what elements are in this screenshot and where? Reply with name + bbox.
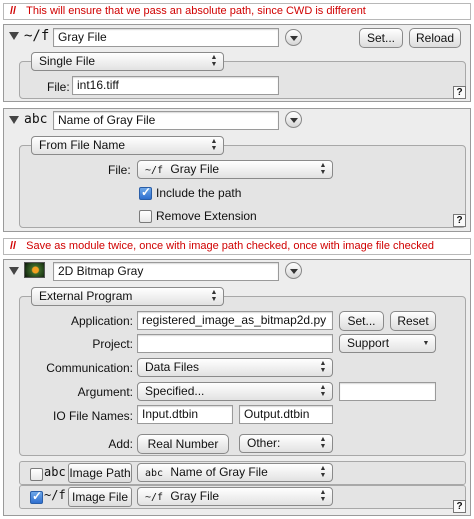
mode-select[interactable]: External Program ▲ ▼ bbox=[31, 287, 224, 306]
string-type-icon: abc bbox=[145, 468, 164, 479]
popup-arrows-icon: ▲ ▼ bbox=[319, 489, 327, 503]
image-path-button[interactable]: Image Path bbox=[68, 463, 132, 483]
add-other-value: Other: bbox=[247, 436, 281, 450]
include-path-checkbox[interactable] bbox=[139, 185, 152, 200]
help-icon[interactable]: ? bbox=[453, 500, 466, 513]
communication-label: Communication: bbox=[46, 361, 133, 375]
add-label: Add: bbox=[108, 437, 133, 451]
module-menu-button[interactable] bbox=[285, 29, 302, 46]
module-name-field[interactable]: 2D Bitmap Gray bbox=[53, 262, 279, 281]
module-name-field[interactable]: Name of Gray File bbox=[53, 111, 279, 130]
mode-select[interactable]: Single File ▲ ▼ bbox=[31, 52, 224, 71]
reset-button[interactable]: Reset bbox=[390, 311, 436, 331]
popup-arrows-icon: ▲ ▼ bbox=[319, 360, 327, 374]
string-type-icon: abc bbox=[44, 465, 66, 479]
module-name-field[interactable]: Gray File bbox=[53, 28, 279, 47]
popup-arrows-icon: ▲ ▼ bbox=[319, 465, 327, 479]
argument-select[interactable]: Specified... ▲ ▼ bbox=[137, 382, 333, 401]
communication-select[interactable]: Data Files ▲ ▼ bbox=[137, 358, 333, 377]
file-source-value: Gray File bbox=[170, 162, 220, 176]
disclosure-triangle-icon[interactable] bbox=[9, 32, 19, 40]
application-field[interactable]: registered_image_as_bitmap2d.py bbox=[137, 311, 333, 330]
set-button[interactable]: Set... bbox=[339, 311, 384, 331]
bitmap-preview-icon bbox=[24, 262, 45, 278]
add-other-select[interactable]: Other: ▲ ▼ bbox=[239, 434, 333, 453]
image-file-source-select[interactable]: ~/f Gray File ▲ ▼ bbox=[137, 487, 333, 506]
file-type-icon: ~/f bbox=[145, 165, 164, 176]
mode-select-value: From File Name bbox=[39, 138, 126, 152]
string-type-icon: abc bbox=[24, 112, 48, 127]
application-label: Application: bbox=[70, 314, 133, 328]
popup-arrows-icon: ▲ ▼ bbox=[319, 436, 327, 450]
mode-select-value: Single File bbox=[39, 54, 96, 68]
image-path-checkbox[interactable] bbox=[30, 468, 43, 481]
module-menu-button[interactable] bbox=[285, 111, 302, 128]
comment-row-2[interactable]: // Save as module twice, once with image … bbox=[3, 238, 471, 255]
add-real-number-button[interactable]: Real Number bbox=[137, 434, 229, 454]
popup-arrows-icon: ▲ ▼ bbox=[210, 289, 218, 303]
file-label: File: bbox=[108, 163, 131, 177]
file-source-select[interactable]: ~/f Gray File ▲ ▼ bbox=[137, 160, 333, 179]
disclosure-triangle-icon[interactable] bbox=[9, 116, 19, 124]
mode-select-value: External Program bbox=[39, 289, 133, 303]
image-path-source-select[interactable]: abc Name of Gray File ▲ ▼ bbox=[137, 463, 333, 482]
help-icon[interactable]: ? bbox=[453, 214, 466, 227]
file-label: File: bbox=[47, 80, 70, 94]
project-select-value: Support bbox=[347, 336, 390, 350]
help-icon[interactable]: ? bbox=[453, 86, 466, 99]
file-field[interactable]: int16.tiff bbox=[72, 76, 279, 95]
popup-arrows-icon: ▼ bbox=[422, 340, 430, 347]
include-path-label: Include the path bbox=[156, 186, 242, 200]
file-type-icon: ~/f bbox=[24, 28, 50, 44]
popup-arrows-icon: ▲ ▼ bbox=[210, 54, 218, 68]
image-path-source-value: Name of Gray File bbox=[170, 465, 268, 479]
remove-extension-checkbox[interactable] bbox=[139, 210, 152, 223]
image-file-button[interactable]: Image File bbox=[68, 487, 132, 507]
argument-extra-field[interactable] bbox=[339, 382, 436, 401]
set-button[interactable]: Set... bbox=[359, 28, 403, 48]
disclosure-triangle-icon[interactable] bbox=[9, 267, 19, 275]
popup-arrows-icon: ▲ ▼ bbox=[210, 138, 218, 152]
argument-select-value: Specified... bbox=[145, 384, 205, 398]
file-type-icon: ~/f bbox=[145, 492, 164, 503]
project-label: Project: bbox=[92, 337, 133, 351]
mode-select[interactable]: From File Name ▲ ▼ bbox=[31, 136, 224, 155]
module-menu-button[interactable] bbox=[285, 262, 302, 279]
comment-slashes: // bbox=[10, 5, 17, 17]
comment-text: Save as module twice, once with image pa… bbox=[26, 240, 434, 252]
popup-arrows-icon: ▲ ▼ bbox=[319, 384, 327, 398]
project-select[interactable]: Support ▼ bbox=[339, 334, 436, 353]
popup-arrows-icon: ▲ ▼ bbox=[319, 162, 327, 176]
remove-extension-label: Remove Extension bbox=[156, 209, 257, 223]
comment-slashes: // bbox=[10, 240, 17, 252]
io-file-names-label: IO File Names: bbox=[52, 409, 133, 423]
image-file-source-value: Gray File bbox=[170, 489, 220, 503]
file-type-icon: ~/f bbox=[44, 488, 66, 502]
io-output-field[interactable]: Output.dtbin bbox=[239, 405, 333, 424]
image-file-checkbox[interactable] bbox=[30, 489, 43, 504]
project-field[interactable] bbox=[137, 334, 333, 353]
comment-row-1[interactable]: // This will ensure that we pass an absol… bbox=[3, 3, 471, 20]
communication-select-value: Data Files bbox=[145, 360, 200, 374]
reload-button[interactable]: Reload bbox=[409, 28, 461, 48]
io-input-field[interactable]: Input.dtbin bbox=[137, 405, 233, 424]
argument-label: Argument: bbox=[77, 385, 133, 399]
comment-text: This will ensure that we pass an absolut… bbox=[26, 5, 366, 17]
